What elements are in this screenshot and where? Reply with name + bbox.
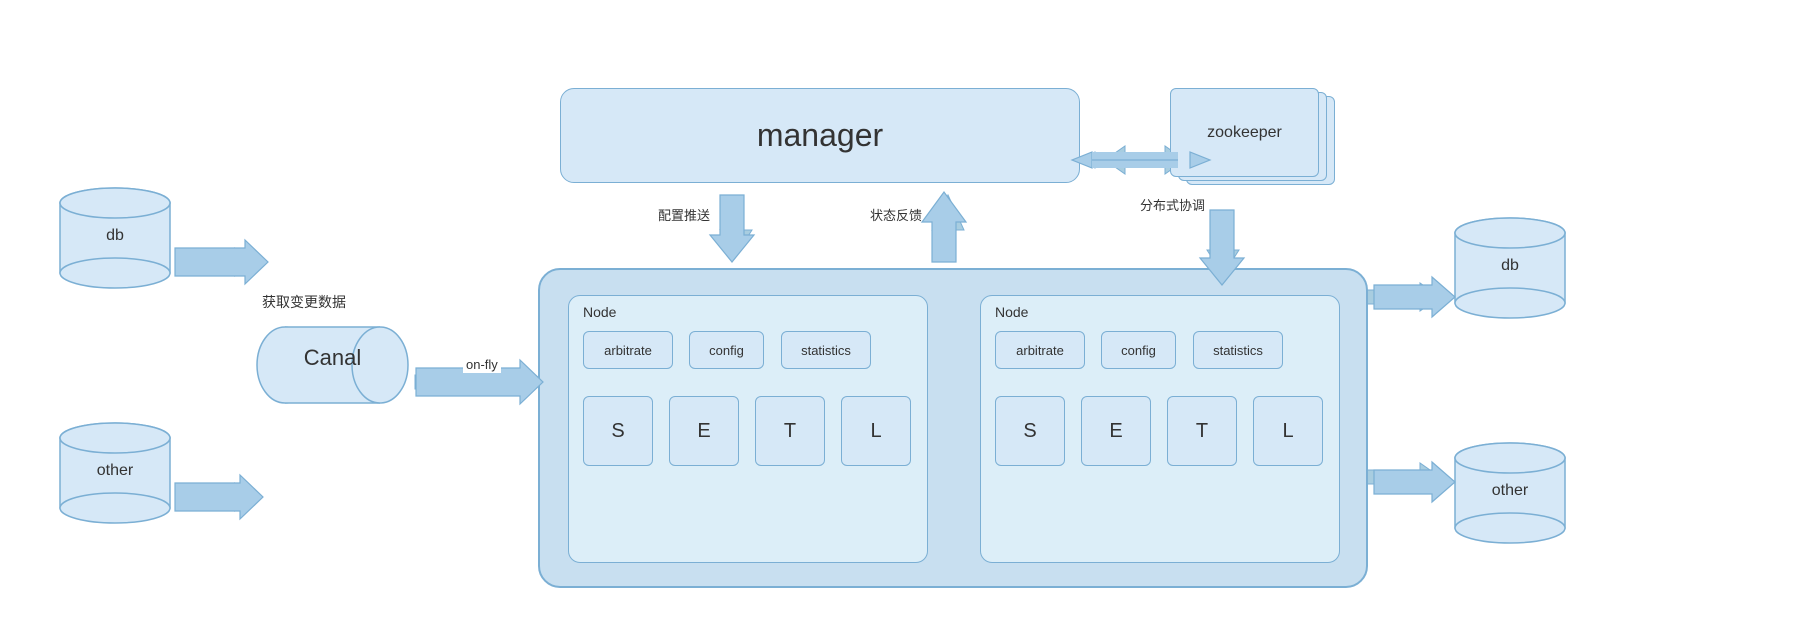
node1-label: Node <box>583 304 616 320</box>
node2-e: E <box>1081 396 1151 466</box>
target-other-label: other <box>1450 482 1570 500</box>
diagram-container: db other 获取变更数据 Canal on-fly manager 配置推… <box>0 0 1800 643</box>
source-db-label: db <box>55 227 175 245</box>
config-push-label: 配置推送 <box>658 205 710 224</box>
target-other: other <box>1450 440 1570 550</box>
node1-statistics: statistics <box>781 331 871 369</box>
manager-box: manager <box>560 88 1080 183</box>
canal-shape: Canal <box>255 325 410 405</box>
target-db-label: db <box>1450 257 1570 275</box>
status-feedback-label: 状态反馈 <box>870 205 922 224</box>
zookeeper-label: zookeeper <box>1207 124 1282 142</box>
node2-statistics: statistics <box>1193 331 1283 369</box>
node1-box: Node arbitrate config statistics S E <box>568 295 928 563</box>
node2-label: Node <box>995 304 1028 320</box>
source-other: other <box>55 420 175 530</box>
manager-label: manager <box>757 117 883 154</box>
zookeeper-stack: zookeeper <box>1170 88 1335 193</box>
source-other-label: other <box>55 462 175 480</box>
cluster-box: Node arbitrate config statistics S E <box>538 268 1368 588</box>
node1-arbitrate: arbitrate <box>583 331 673 369</box>
node1-e: E <box>669 396 739 466</box>
node2-box: Node arbitrate config statistics S E <box>980 295 1340 563</box>
node1-l: L <box>841 396 911 466</box>
node2-s: S <box>995 396 1065 466</box>
node1-config: config <box>689 331 764 369</box>
node2-l: L <box>1253 396 1323 466</box>
node1-t: T <box>755 396 825 466</box>
node2-arbitrate: arbitrate <box>995 331 1085 369</box>
target-db: db <box>1450 215 1570 325</box>
fetch-change-label: 获取变更数据 <box>262 292 346 312</box>
zookeeper-box: zookeeper <box>1170 88 1319 177</box>
node2-t: T <box>1167 396 1237 466</box>
on-fly-label: on-fly <box>463 356 501 373</box>
distributed-coord-label: 分布式协调 <box>1140 195 1205 214</box>
node1-s: S <box>583 396 653 466</box>
node2-config: config <box>1101 331 1176 369</box>
source-db: db <box>55 185 175 295</box>
canal-label: Canal <box>255 345 410 371</box>
